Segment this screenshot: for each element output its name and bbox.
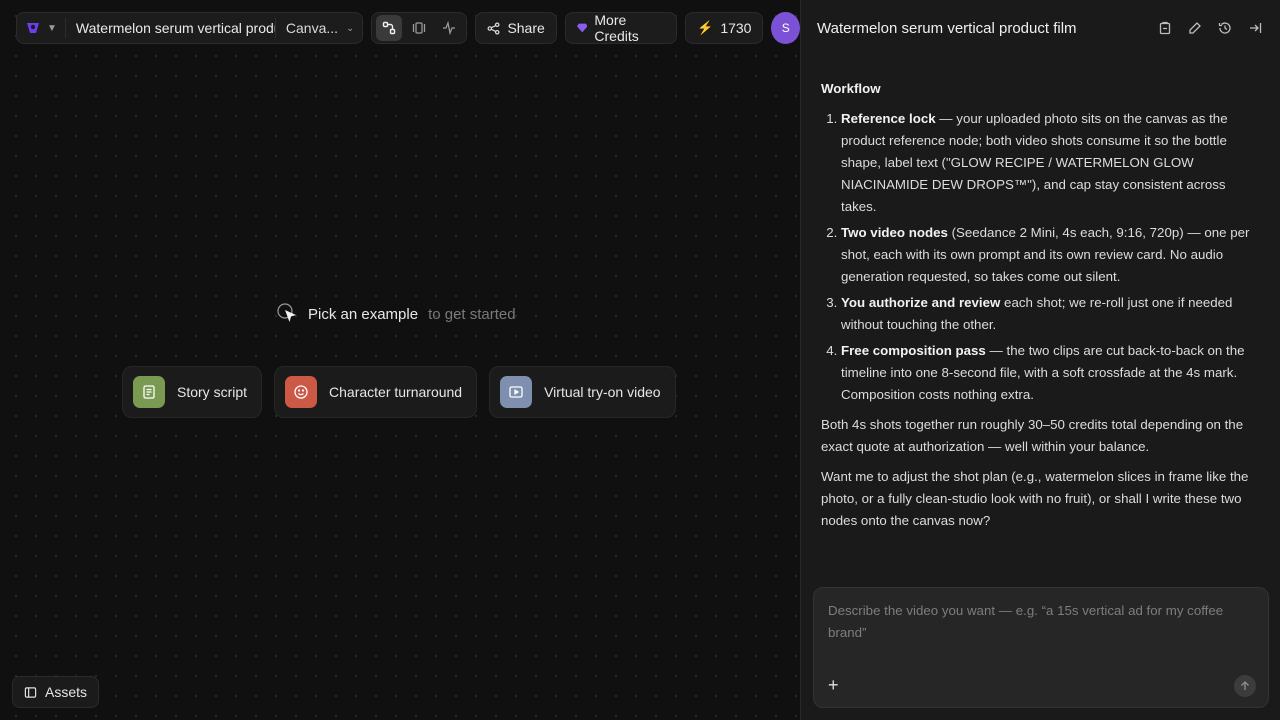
- credit-balance-value: 1730: [720, 20, 752, 36]
- example-character-turnaround[interactable]: Character turnaround: [274, 366, 478, 418]
- step-title: Two video nodes: [841, 225, 948, 240]
- edit-icon[interactable]: [1186, 19, 1204, 37]
- composer-placeholder[interactable]: Describe the video you want — e.g. “a 15…: [828, 600, 1248, 644]
- panel-title: Watermelon serum vertical product film: [817, 19, 1077, 37]
- list-item: Reference lock — your uploaded photo sit…: [841, 108, 1260, 218]
- video-icon: [500, 376, 533, 408]
- step-text: — your uploaded photo sits on the canvas…: [841, 111, 1228, 214]
- timeline-view-button[interactable]: [406, 15, 432, 41]
- add-attachment-button[interactable]: +: [828, 675, 844, 695]
- app-logo-icon: [27, 23, 39, 33]
- clipboard-icon[interactable]: [1156, 19, 1174, 37]
- node-view-button[interactable]: [376, 15, 403, 41]
- prompt-composer[interactable]: Describe the video you want — e.g. “a 15…: [813, 587, 1269, 708]
- prompt-main: Pick an example: [308, 305, 419, 323]
- gem-icon: [576, 23, 588, 33]
- top-toolbar: ▼ Watermelon serum vertical product film…: [16, 12, 800, 44]
- assets-label: Assets: [45, 684, 88, 700]
- collapse-panel-icon[interactable]: [1246, 19, 1264, 37]
- example-label: Story script: [177, 384, 248, 400]
- avatar[interactable]: S: [771, 12, 800, 44]
- project-name[interactable]: Watermelon serum vertical product film: [66, 18, 276, 38]
- script-icon: [133, 376, 165, 408]
- share-label: Share: [507, 20, 545, 36]
- list-item: Two video nodes (Seedance 2 Mini, 4s eac…: [841, 222, 1260, 288]
- chevron-down-icon: ▼: [47, 22, 57, 34]
- workflow-steps: Reference lock — your uploaded photo sit…: [821, 108, 1260, 406]
- columns-icon: [413, 22, 426, 34]
- pulse-icon: [443, 21, 456, 35]
- mode-toggle-group: [371, 12, 468, 44]
- lightning-icon: ⚡: [697, 20, 714, 35]
- more-credits-label: More Credits: [594, 12, 639, 44]
- assistant-message: Workflow Reference lock — your uploaded …: [801, 56, 1280, 532]
- chevron-down-icon: ⌄: [346, 22, 355, 34]
- prompt-sub: to get started: [428, 305, 516, 323]
- share-button[interactable]: Share: [475, 12, 557, 44]
- example-label: Virtual try-on video: [544, 384, 661, 400]
- example-story-script[interactable]: Story script: [122, 366, 263, 418]
- canvas-area[interactable]: ▼ Watermelon serum vertical product film…: [0, 0, 800, 720]
- step-title: Free composition pass: [841, 343, 986, 358]
- chat-panel: Watermelon serum vertical product film W…: [800, 0, 1280, 720]
- more-credits-button[interactable]: More Credits: [564, 12, 678, 44]
- share-icon: [487, 22, 500, 34]
- arrow-up-icon: [1241, 681, 1249, 690]
- list-item: Free composition pass — the two clips ar…: [841, 340, 1260, 406]
- project-bar: ▼ Watermelon serum vertical product film…: [16, 12, 364, 44]
- empty-state-prompt: Pick an example to get started: [276, 302, 516, 326]
- message-heading: Workflow: [821, 81, 881, 96]
- cursor-icon: [277, 303, 296, 322]
- example-list: Story script Character turnaround Virtua…: [122, 366, 676, 418]
- panel-actions: [1156, 19, 1264, 37]
- send-button[interactable]: [1234, 675, 1256, 697]
- sidebar-icon: [24, 686, 37, 698]
- nodes-icon: [383, 21, 396, 35]
- example-virtual-try-on[interactable]: Virtual try-on video: [489, 366, 676, 418]
- history-icon[interactable]: [1216, 19, 1234, 37]
- app-menu-button[interactable]: ▼: [25, 18, 66, 38]
- message-paragraph: Want me to adjust the shot plan (e.g., w…: [821, 469, 1249, 528]
- assets-button[interactable]: Assets: [12, 676, 100, 708]
- step-title: You authorize and review: [841, 295, 1001, 310]
- message-paragraph: Both 4s shots together run roughly 30–50…: [821, 417, 1244, 454]
- view-select-label: Canva...: [285, 20, 339, 36]
- list-item: You authorize and review each shot; we r…: [841, 292, 1260, 336]
- credit-balance[interactable]: ⚡ 1730: [685, 12, 764, 44]
- view-select[interactable]: Canva... ⌄: [276, 20, 355, 36]
- step-title: Reference lock: [841, 111, 936, 126]
- example-label: Character turnaround: [329, 384, 463, 400]
- panel-header: Watermelon serum vertical product film: [801, 0, 1280, 56]
- activity-view-button[interactable]: [436, 15, 462, 41]
- smile-icon: [285, 376, 318, 408]
